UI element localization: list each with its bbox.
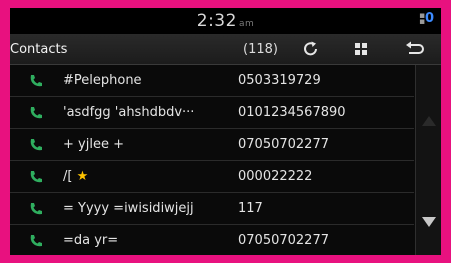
- contact-row[interactable]: #Pelephone 0503319729: [10, 65, 414, 97]
- phone-icon: [30, 139, 42, 151]
- contact-row[interactable]: 'asdfgg 'ahshdbdv··· 0101234567890: [10, 97, 414, 129]
- signal-status-icon: ▪ ▪ 0: [419, 11, 435, 27]
- contacts-list: #Pelephone 0503319729 'asdfgg 'ahshdbdv·…: [10, 65, 414, 255]
- contact-number: 0503319729: [238, 73, 321, 88]
- status-bar: 2:32 am ▪ ▪ 0: [10, 8, 441, 34]
- contact-row[interactable]: =da yr= 07050702277: [10, 225, 414, 255]
- notification-count: 0: [425, 11, 435, 26]
- favorite-star-icon: ★: [76, 169, 89, 184]
- clock-time: 2:32: [196, 11, 237, 31]
- contact-number: 0101234567890: [238, 105, 346, 120]
- grid-icon: [355, 43, 367, 55]
- clock: 2:32 am: [10, 11, 441, 31]
- contact-number: 07050702277: [238, 137, 329, 152]
- contact-row[interactable]: + yjlee + 07050702277: [10, 129, 414, 161]
- scrollbar[interactable]: [415, 65, 441, 255]
- contact-row[interactable]: = Yyyy =iwisidiwjejj 117: [10, 193, 414, 225]
- contact-number: 000022222: [238, 169, 313, 184]
- page-title: Contacts: [10, 42, 68, 57]
- scroll-up-arrow-icon[interactable]: [421, 114, 437, 128]
- phone-icon: [30, 107, 42, 119]
- contact-number: 07050702277: [238, 233, 329, 248]
- contact-name: = Yyyy =iwisidiwjejj: [63, 201, 194, 216]
- phone-icon: [30, 235, 42, 247]
- contact-name: 'asdfgg 'ahshdbdv···: [63, 105, 195, 120]
- contacts-toolbar: Contacts (118): [10, 34, 441, 65]
- back-button[interactable]: [395, 37, 435, 61]
- contact-name: #Pelephone: [63, 73, 142, 88]
- contact-count: (118): [243, 42, 278, 57]
- head-unit-screen: 2:32 am ▪ ▪ 0 Contacts (118) #Pelephone …: [10, 8, 441, 255]
- contact-name: /[ ★: [63, 169, 225, 184]
- back-icon: [406, 41, 424, 54]
- phone-icon: [30, 171, 42, 183]
- grid-view-button[interactable]: [341, 37, 381, 61]
- contact-row[interactable]: /[ ★ 000022222: [10, 161, 414, 193]
- clock-ampm: am: [238, 19, 255, 29]
- contact-name: =da yr=: [63, 233, 119, 248]
- refresh-icon: [304, 41, 317, 56]
- phone-icon: [30, 75, 42, 87]
- scroll-down-arrow-icon[interactable]: [421, 215, 437, 229]
- phone-icon: [30, 203, 42, 215]
- contact-name-text: /[: [63, 169, 73, 184]
- contact-number: 117: [238, 201, 263, 216]
- refresh-button[interactable]: [291, 37, 331, 61]
- contact-name: + yjlee +: [63, 137, 124, 152]
